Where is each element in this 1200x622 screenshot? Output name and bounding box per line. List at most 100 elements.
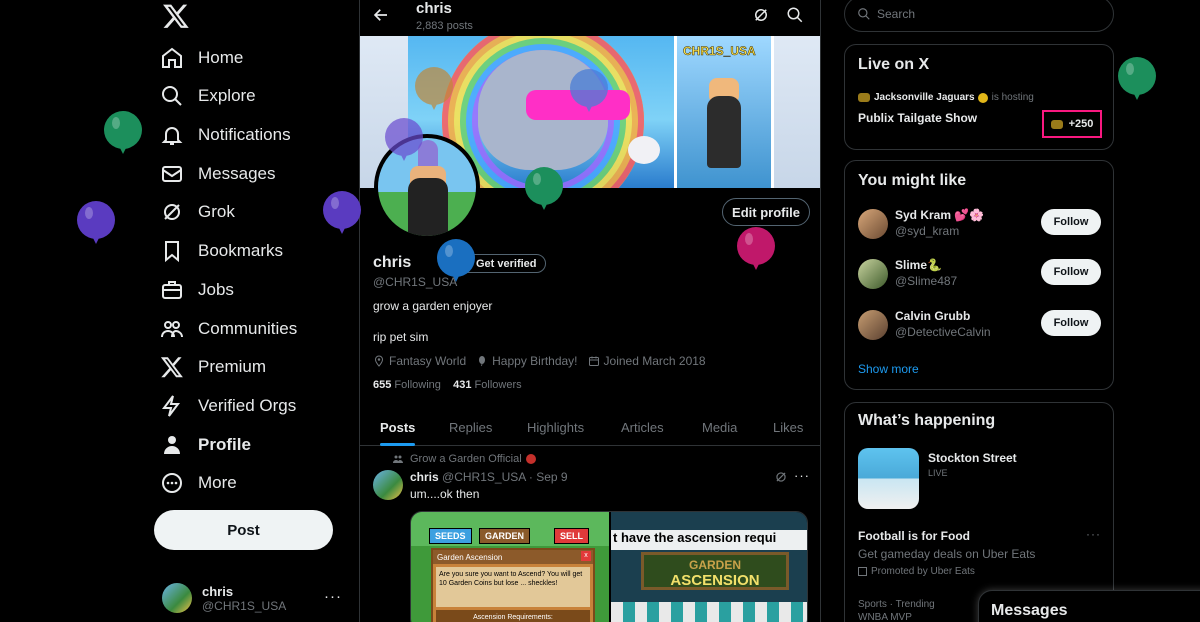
trend-title[interactable]: Stockton Street [928, 451, 1017, 465]
nav-home[interactable]: Home [160, 39, 243, 77]
suggested-user[interactable]: Slime🐍 @Slime487 Follow [858, 255, 1104, 295]
tab-replies[interactable]: Replies [449, 408, 492, 446]
tab-likes[interactable]: Likes [773, 408, 803, 446]
show-more-link[interactable]: Show more [858, 362, 919, 376]
ad-title[interactable]: Football is for Food [858, 529, 970, 543]
tab-media[interactable]: Media [702, 408, 737, 446]
profile-bio-line1: grow a garden enjoyer [373, 299, 493, 313]
more-dots-icon[interactable]: ··· [324, 588, 342, 605]
dialog-title: Garden Ascension [433, 550, 593, 564]
tweet-author[interactable]: chris [410, 470, 439, 484]
more-dots-icon[interactable]: ··· [794, 468, 810, 483]
avatar [858, 259, 888, 289]
messages-drawer[interactable]: Messages [978, 590, 1200, 622]
following-label: Following [394, 379, 441, 391]
follow-button[interactable]: Follow [1041, 259, 1101, 285]
ad-promoted-label: Promoted by Uber Eats [871, 566, 975, 577]
banner-right-panel [774, 36, 820, 188]
nav-profile[interactable]: Profile [160, 426, 251, 464]
whats-happening-title: What’s happening [858, 412, 996, 429]
tweet-media[interactable]: SEEDS GARDEN SELL Garden Ascension x Are… [410, 511, 808, 622]
live-host[interactable]: Jacksonville Jaguars is hosting [858, 92, 1034, 103]
sell-chip: SELL [554, 528, 590, 544]
balloon-icon [437, 239, 475, 282]
follow-button[interactable]: Follow [1041, 310, 1101, 336]
balloon-icon [415, 67, 453, 110]
x-logo-icon[interactable] [162, 2, 190, 30]
user-name: Syd Kram 💕🌸 [895, 208, 985, 222]
search-icon [858, 8, 870, 20]
balloon-icon [737, 227, 775, 270]
live-listener-count[interactable]: +250 [1042, 110, 1102, 138]
ad-promoted: Promoted by Uber Eats [858, 566, 975, 577]
more-circle-icon [162, 473, 182, 493]
search-icon [162, 86, 182, 106]
more-dots-icon[interactable]: ··· [1086, 527, 1101, 541]
nav-explore[interactable]: Explore [160, 77, 256, 115]
nav-more[interactable]: More [160, 464, 237, 502]
trend-thumbnail[interactable] [858, 448, 919, 509]
profile-tabs: Posts Replies Highlights Articles Media … [360, 408, 820, 446]
communities-icon [393, 455, 403, 463]
followers-link[interactable]: 431 Followers [453, 379, 522, 391]
balloon-icon [104, 111, 142, 154]
user-handle: @syd_kram [895, 224, 960, 238]
live-title: Live on X [858, 56, 930, 73]
nav-grok[interactable]: Grok [160, 193, 235, 231]
seeds-chip: SEEDS [429, 528, 472, 544]
banner-character-panel: CHR1S_USA [674, 36, 774, 188]
get-verified-label: Get verified [476, 257, 537, 270]
account-handle: @CHR1S_USA [202, 598, 287, 613]
nav-jobs[interactable]: Jobs [160, 271, 234, 309]
joined-text: Joined March 2018 [603, 354, 706, 368]
nav-verified-orgs[interactable]: Verified Orgs [160, 387, 296, 425]
avatar [858, 209, 888, 239]
suggested-user[interactable]: Calvin Grubb @DetectiveCalvin Follow [858, 306, 1104, 346]
communities-icon [161, 321, 183, 338]
tab-highlights[interactable]: Highlights [527, 408, 584, 446]
edit-profile-button[interactable]: Edit profile [722, 198, 810, 226]
tab-posts[interactable]: Posts [380, 408, 416, 446]
suggested-user[interactable]: Syd Kram 💕🌸 @syd_kram Follow [858, 205, 1104, 245]
follow-stats: 655 Following 431 Followers [373, 379, 522, 391]
profile-birthday: Happy Birthday! [476, 354, 578, 368]
ad-description: Get gameday deals on Uber Eats [858, 547, 1036, 561]
post-button[interactable]: Post [154, 510, 333, 550]
follow-button[interactable]: Follow [1041, 209, 1101, 235]
nav-notifications[interactable]: Notifications [160, 116, 291, 154]
following-link[interactable]: 655 Following [373, 379, 441, 391]
nav-communities[interactable]: Communities [160, 310, 297, 348]
grok-icon[interactable] [774, 470, 788, 484]
media-caption: t have the ascension requi [611, 530, 807, 550]
live-show-title[interactable]: Publix Tailgate Show [858, 111, 977, 125]
bookmark-icon [165, 241, 179, 263]
nav-premium[interactable]: Premium [160, 348, 266, 386]
back-arrow-icon[interactable] [372, 6, 390, 24]
search-icon[interactable] [786, 6, 804, 24]
close-icon: x [581, 551, 591, 561]
nav-bookmarks-label: Bookmarks [198, 241, 284, 260]
profile-meta: Fantasy World Happy Birthday! Joined Mar… [373, 354, 716, 368]
nav-bookmarks[interactable]: Bookmarks [160, 232, 283, 270]
tab-articles[interactable]: Articles [621, 408, 664, 446]
followers-label: Followers [474, 379, 522, 391]
nav-messages-label: Messages [198, 164, 276, 183]
media-image-1[interactable]: SEEDS GARDEN SELL Garden Ascension x Are… [411, 512, 609, 622]
post-count: 2,883 posts [416, 20, 473, 32]
grok-icon[interactable] [752, 6, 770, 24]
account-switcher[interactable]: chris @CHR1S_USA ··· [162, 580, 352, 616]
profile-header: chris 2,883 posts [360, 0, 820, 36]
avatar[interactable] [373, 470, 403, 500]
nav-messages[interactable]: Messages [160, 155, 275, 193]
media-image-2[interactable]: t have the ascension requi GARDEN ASCENS… [611, 512, 807, 622]
briefcase-icon [162, 281, 182, 299]
page-title: chris [416, 0, 452, 17]
user-handle: @Slime487 [895, 274, 958, 288]
right-sidebar: Search Live on X Jacksonville Jaguars is… [844, 0, 1114, 622]
tweet-context[interactable]: Grow a Garden Official [392, 453, 536, 465]
search-input[interactable]: Search [844, 0, 1114, 32]
nav-profile-label: Profile [198, 435, 251, 454]
trend-title[interactable]: WNBA MVP [858, 612, 912, 622]
balloon-icon [1118, 57, 1156, 100]
jaguar-logo-icon [858, 93, 870, 102]
